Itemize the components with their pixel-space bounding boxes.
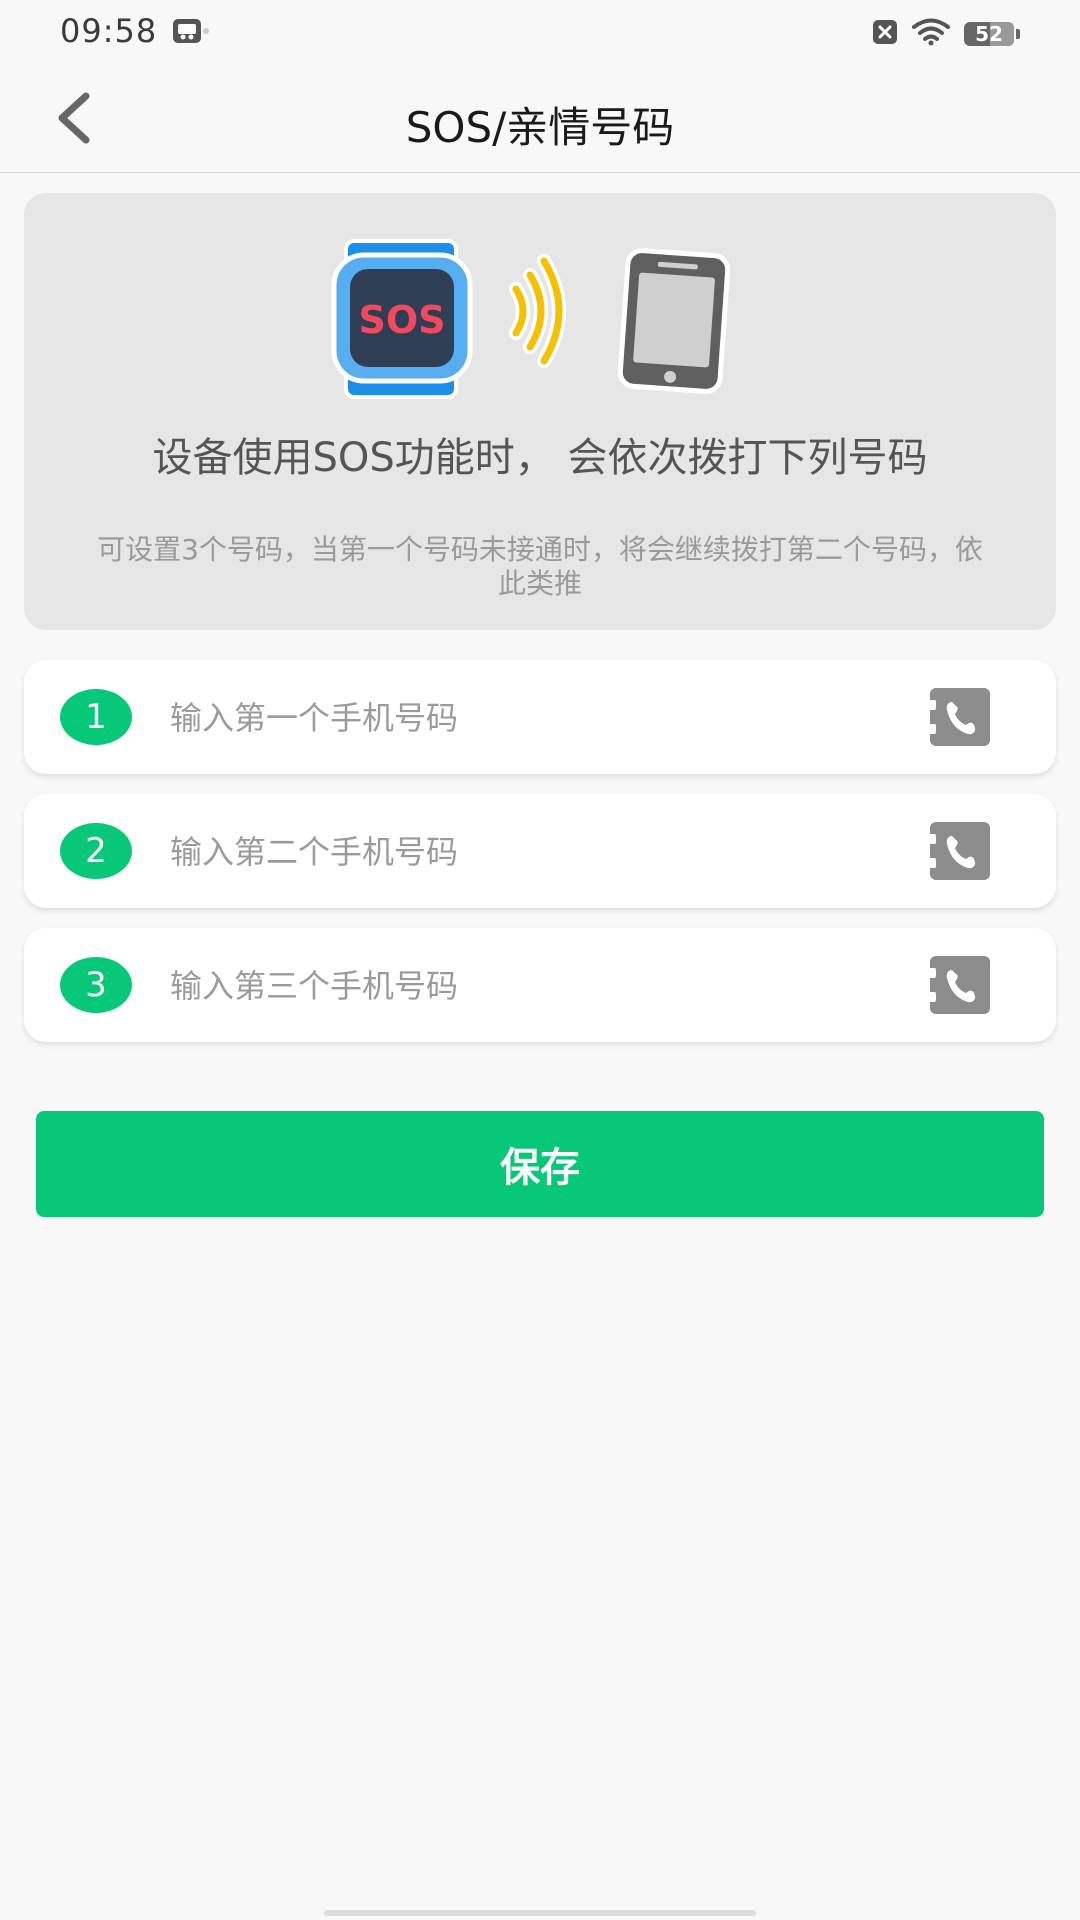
info-description: 可设置3个号码，当第一个号码未接通时，将会继续拨打第二个号码，依此类推: [97, 533, 983, 600]
contact-phone-icon: [928, 822, 990, 880]
contact-phone-icon: [928, 688, 990, 746]
phone-row-2: 2: [24, 794, 1056, 908]
sos-watch-icon: SOS: [331, 239, 473, 399]
sos-illustration: SOS: [331, 239, 731, 399]
battery-level-text: 52: [975, 22, 1003, 46]
info-card: SOS 设备使用SOS功能时， 会依次拨打下列号码 可设置3个号码，当第一个号码…: [24, 193, 1056, 630]
page-title: SOS/亲情号码: [405, 103, 675, 152]
phone-input-2[interactable]: [168, 822, 772, 882]
signal-waves-icon: [509, 254, 566, 368]
contact-picker-button-1[interactable]: [928, 688, 990, 746]
phone-input-1[interactable]: [168, 688, 772, 748]
save-button[interactable]: 保存: [36, 1111, 1044, 1217]
home-indicator: [324, 1910, 756, 1916]
status-time: 09:58: [60, 12, 158, 50]
nav-bar: SOS/亲情号码: [0, 64, 1080, 173]
phone-row-3: 3: [24, 928, 1056, 1042]
contact-picker-button-3[interactable]: [928, 956, 990, 1014]
info-title: 设备使用SOS功能时， 会依次拨打下列号码: [152, 435, 928, 481]
phone-row-1: 1: [24, 660, 1056, 774]
status-icons: 52: [872, 18, 1020, 50]
status-bar: 09:58 52: [0, 0, 1080, 64]
battery-tip: [1016, 29, 1020, 39]
row-index-badge: 3: [60, 957, 132, 1013]
close-box-icon: [872, 19, 898, 49]
battery-icon: 52: [964, 22, 1014, 46]
contact-picker-button-2[interactable]: [928, 822, 990, 880]
row-index-badge: 2: [60, 823, 132, 879]
phone-input-3[interactable]: [168, 956, 772, 1016]
watch-sos-label: SOS: [358, 298, 445, 342]
row-index-badge: 1: [60, 689, 132, 745]
app-notification-icon: [172, 18, 212, 48]
contact-phone-icon: [928, 956, 990, 1014]
wifi-icon: [912, 18, 950, 50]
smartphone-icon: [617, 248, 731, 394]
